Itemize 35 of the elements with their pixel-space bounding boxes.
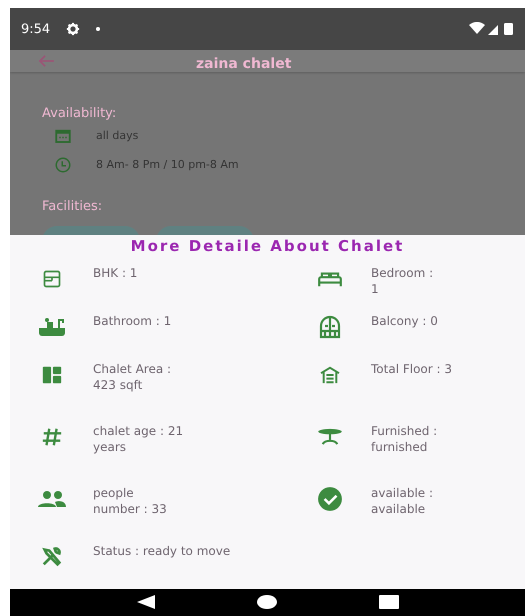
availability-text: all days xyxy=(96,129,138,142)
people-icon xyxy=(36,490,66,508)
sheet-title: More Detaile About Chalet xyxy=(130,236,406,255)
detail-text: Total Floor : 3 xyxy=(371,360,452,377)
back-triangle-icon[interactable] xyxy=(136,594,156,610)
section-heading: Availability: xyxy=(42,106,118,122)
detail-text: Bathroom : 1 xyxy=(93,312,172,329)
signal-icons xyxy=(469,22,515,36)
detail-text: Balcony : 0 xyxy=(371,312,438,329)
house-icon xyxy=(318,366,342,384)
recents-square-icon[interactable] xyxy=(379,595,400,610)
detail-text: Chalet Area : 423 sqft xyxy=(93,360,172,393)
tools-icon xyxy=(40,546,64,568)
table-icon xyxy=(316,428,344,446)
notification-dot-icon xyxy=(96,27,100,32)
detail-text: Furnished : furnished xyxy=(371,422,438,455)
check-circle-icon xyxy=(316,486,342,512)
gear-icon xyxy=(66,22,80,36)
bathtub-icon xyxy=(38,316,66,337)
detail-text: people number : 33 xyxy=(93,484,167,517)
bed-icon xyxy=(316,270,342,288)
app-bar-title: zaina chalet xyxy=(196,56,292,72)
detail-text: available : available xyxy=(371,484,434,517)
arched-window-icon xyxy=(318,314,342,339)
availability-text: 8 Am- 8 Pm / 10 pm-8 Am xyxy=(96,158,239,172)
detail-text: Status : ready to move xyxy=(93,542,230,559)
status-time: 9:54 xyxy=(21,22,50,37)
detail-text: Bedroom : 1 xyxy=(371,264,434,297)
clock-icon xyxy=(54,156,72,174)
cabinet-icon xyxy=(42,268,62,289)
section-heading: Facilities: xyxy=(42,199,104,214)
detail-text: chalet age : 21 years xyxy=(93,422,184,455)
detail-text: BHK : 1 xyxy=(93,264,138,281)
home-circle-icon[interactable] xyxy=(257,595,278,610)
hash-icon xyxy=(40,426,62,448)
